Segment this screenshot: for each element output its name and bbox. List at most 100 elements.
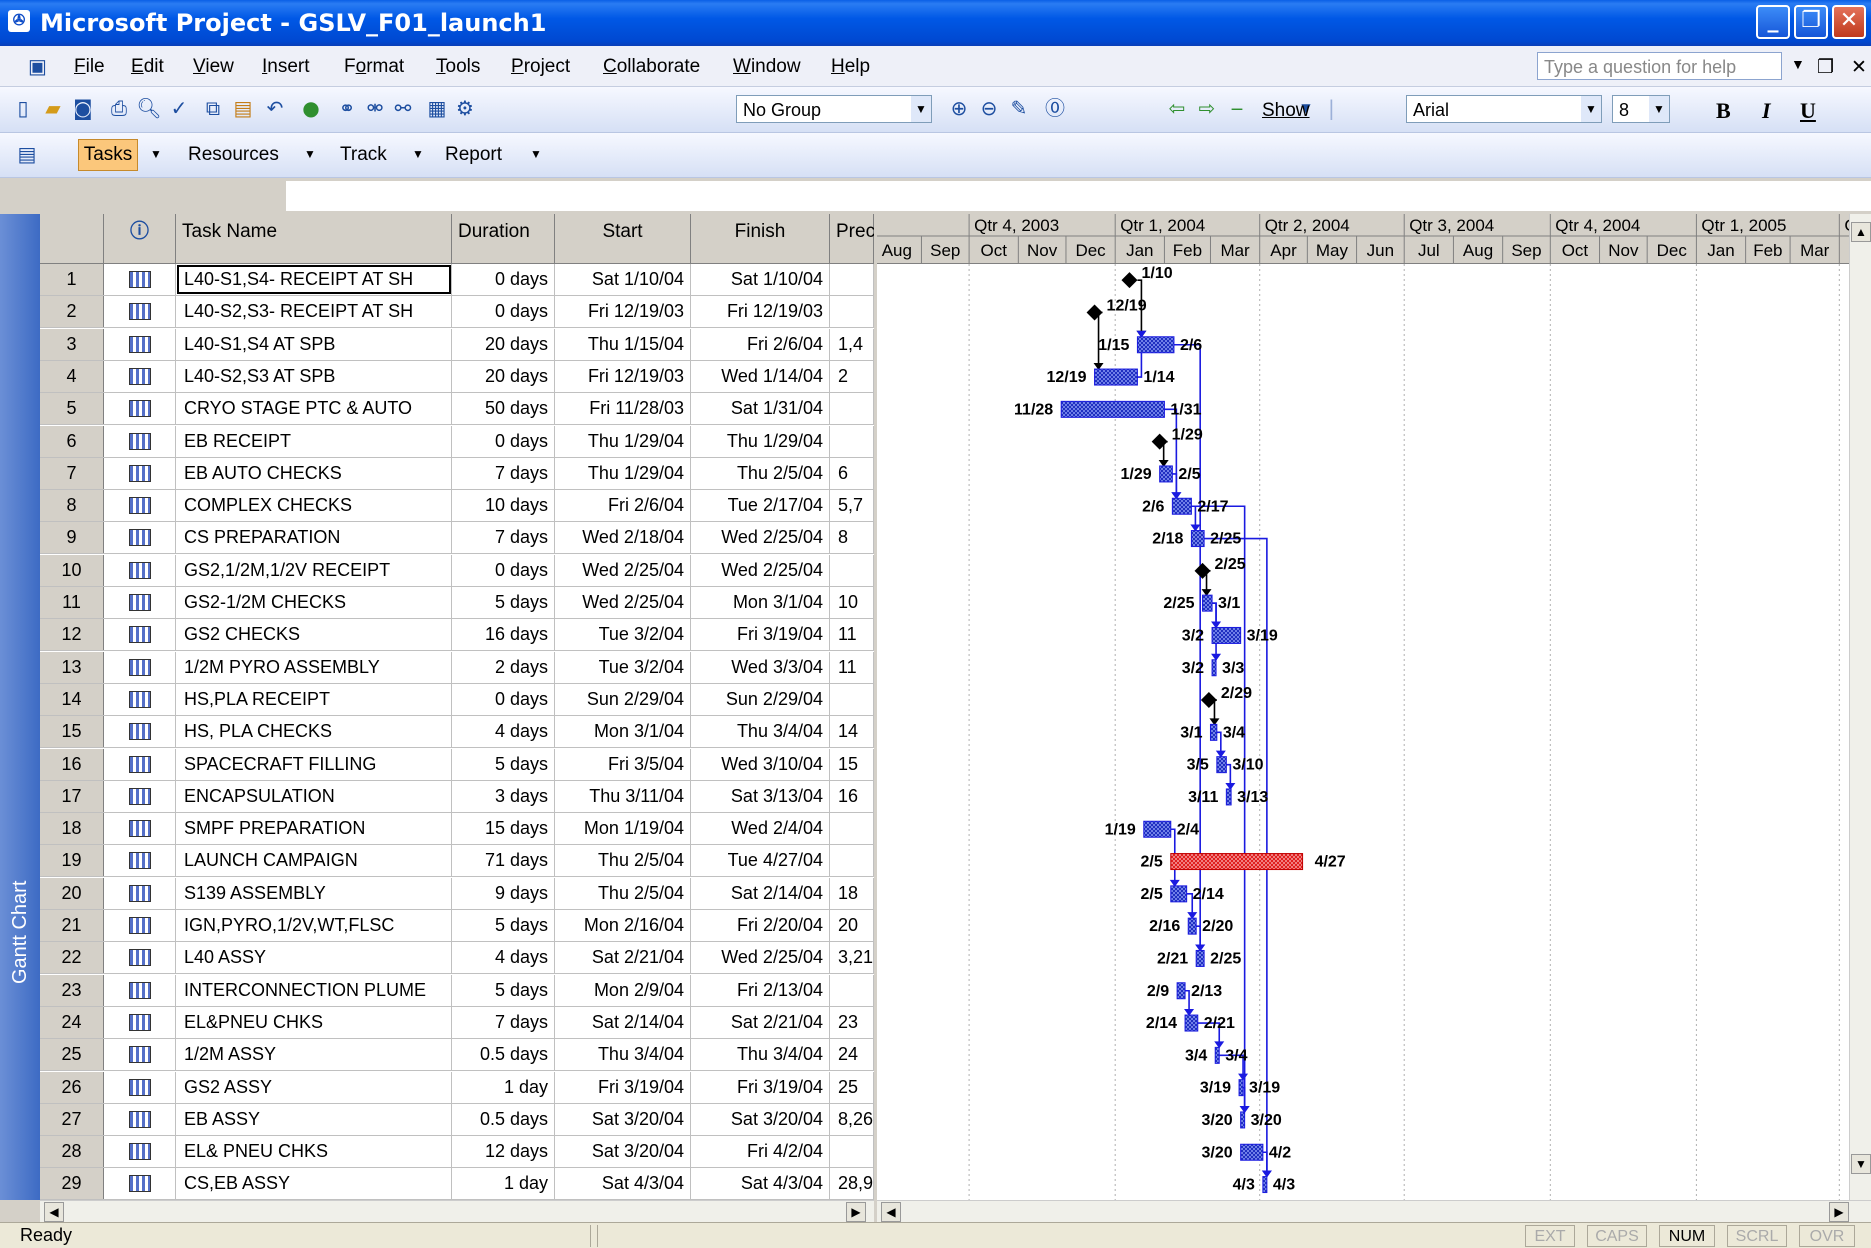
finish-cell[interactable]: Thu 3/4/04 bbox=[691, 716, 830, 748]
finish-cell[interactable]: Thu 3/4/04 bbox=[691, 1039, 830, 1071]
task-id-cell[interactable]: 21 bbox=[40, 910, 104, 941]
task-row[interactable]: 26 GS2 ASSY 1 day Fri 3/19/04 Fri 3/19/04 25 bbox=[40, 1071, 874, 1104]
gantt-chart[interactable]: , 2003Qtr 4, 2003Qtr 1, 2004Qtr 2, 2004Q… bbox=[877, 214, 1849, 1200]
track-chevron-icon[interactable]: ▼ bbox=[412, 147, 424, 161]
predecessors-cell[interactable] bbox=[830, 683, 874, 715]
menu-window[interactable]: Window bbox=[733, 56, 801, 78]
start-cell[interactable]: Thu 1/15/04 bbox=[555, 328, 691, 360]
duration-cell[interactable]: 7 days bbox=[452, 522, 555, 554]
indicators-cell[interactable] bbox=[104, 1168, 176, 1200]
indicators-cell[interactable] bbox=[104, 974, 176, 1006]
indicators-cell[interactable] bbox=[104, 490, 176, 522]
task-name-cell[interactable]: L40 ASSY bbox=[176, 942, 452, 974]
duration-cell[interactable]: 5 days bbox=[452, 910, 555, 941]
start-cell[interactable]: Thu 1/29/04 bbox=[555, 457, 691, 489]
indicators-cell[interactable] bbox=[104, 683, 176, 715]
duration-cell[interactable]: 7 days bbox=[452, 1006, 555, 1038]
finish-header[interactable]: Finish bbox=[691, 214, 830, 264]
finish-cell[interactable]: Fri 2/13/04 bbox=[691, 974, 830, 1006]
finish-cell[interactable]: Wed 3/10/04 bbox=[691, 748, 830, 780]
finish-cell[interactable]: Wed 2/4/04 bbox=[691, 813, 830, 845]
duration-cell[interactable]: 2 days bbox=[452, 651, 555, 683]
entry-field[interactable] bbox=[286, 181, 1871, 211]
font-chevron-icon[interactable]: ▼ bbox=[1581, 96, 1601, 122]
spelling-icon[interactable]: ✓ bbox=[166, 95, 192, 121]
chart-scroll-left-icon[interactable]: ◀ bbox=[881, 1202, 901, 1222]
finish-cell[interactable]: Sat 3/20/04 bbox=[691, 1103, 830, 1135]
menu-file[interactable]: File bbox=[74, 56, 105, 78]
duration-cell[interactable]: 0.5 days bbox=[452, 1103, 555, 1135]
report-chevron-icon[interactable]: ▼ bbox=[530, 147, 542, 161]
predecessors-cell[interactable]: 14 bbox=[830, 716, 874, 748]
task-id-cell[interactable]: 22 bbox=[40, 942, 104, 974]
menu-tools[interactable]: Tools bbox=[436, 56, 480, 78]
predecessors-cell[interactable]: 16 bbox=[830, 780, 874, 812]
copy-icon[interactable]: ⧉ bbox=[200, 95, 226, 121]
menu-view[interactable]: View bbox=[193, 56, 234, 78]
predecessors-cell[interactable]: 11 bbox=[830, 651, 874, 683]
menu-edit[interactable]: Edit bbox=[131, 56, 164, 78]
task-row[interactable]: 5 CRYO STAGE PTC & AUTO 50 days Fri 11/28/0… bbox=[40, 393, 874, 426]
start-cell[interactable]: Sat 1/10/04 bbox=[555, 264, 691, 295]
duration-cell[interactable]: 0 days bbox=[452, 683, 555, 715]
start-cell[interactable]: Fri 2/6/04 bbox=[555, 490, 691, 522]
menu-collaborate[interactable]: Collaborate bbox=[603, 56, 700, 78]
finish-cell[interactable]: Wed 1/14/04 bbox=[691, 360, 830, 392]
task-name-cell[interactable]: L40-S1,S4 AT SPB bbox=[176, 328, 452, 360]
task-name-cell[interactable]: SPACECRAFT FILLING bbox=[176, 748, 452, 780]
duration-cell[interactable]: 0 days bbox=[452, 425, 555, 457]
duration-cell[interactable]: 4 days bbox=[452, 942, 555, 974]
start-header[interactable]: Start bbox=[555, 214, 691, 264]
predecessors-cell[interactable]: 8 bbox=[830, 522, 874, 554]
help-icon[interactable]: ⓪ bbox=[1042, 95, 1068, 121]
duration-cell[interactable]: 10 days bbox=[452, 490, 555, 522]
task-name-cell[interactable]: EB RECEIPT bbox=[176, 425, 452, 457]
guide-toggle-icon[interactable]: ▤ bbox=[14, 141, 40, 167]
task-name-cell[interactable]: GS2,1/2M,1/2V RECEIPT bbox=[176, 554, 452, 586]
start-cell[interactable]: Tue 3/2/04 bbox=[555, 651, 691, 683]
group-by-select[interactable]: No Group ▼ bbox=[736, 95, 932, 123]
predecessors-cell[interactable]: 11 bbox=[830, 619, 874, 651]
predecessors-cell[interactable]: 24 bbox=[830, 1039, 874, 1071]
start-cell[interactable]: Thu 2/5/04 bbox=[555, 877, 691, 909]
duration-cell[interactable]: 0 days bbox=[452, 264, 555, 295]
finish-cell[interactable]: Fri 12/19/03 bbox=[691, 296, 830, 328]
predecessors-cell[interactable] bbox=[830, 296, 874, 328]
task-name-cell[interactable]: HS,PLA RECEIPT bbox=[176, 683, 452, 715]
finish-cell[interactable]: Wed 2/25/04 bbox=[691, 522, 830, 554]
task-id-cell[interactable]: 6 bbox=[40, 425, 104, 457]
menu-help[interactable]: Help bbox=[831, 56, 870, 78]
tasks-chevron-icon[interactable]: ▼ bbox=[150, 147, 162, 161]
task-id-cell[interactable]: 1 bbox=[40, 264, 104, 295]
finish-cell[interactable]: Sat 1/31/04 bbox=[691, 393, 830, 425]
indicators-cell[interactable] bbox=[104, 716, 176, 748]
start-cell[interactable]: Fri 11/28/03 bbox=[555, 393, 691, 425]
task-name-cell[interactable]: CS,EB ASSY bbox=[176, 1168, 452, 1200]
indicators-cell[interactable] bbox=[104, 425, 176, 457]
font-select[interactable]: Arial ▼ bbox=[1406, 95, 1602, 123]
duration-cell[interactable]: 5 days bbox=[452, 587, 555, 618]
task-name-cell[interactable]: L40-S2,S3 AT SPB bbox=[176, 360, 452, 392]
task-row[interactable]: 8 COMPLEX CHECKS 10 days Fri 2/6/04 Tue 2/17… bbox=[40, 490, 874, 523]
task-row[interactable]: 27 EB ASSY 0.5 days Sat 3/20/04 Sat 3/20/04 8… bbox=[40, 1103, 874, 1136]
predecessors-cell[interactable]: 5,7 bbox=[830, 490, 874, 522]
finish-cell[interactable]: Thu 1/29/04 bbox=[691, 425, 830, 457]
predecessors-cell[interactable] bbox=[830, 393, 874, 425]
task-name-cell[interactable]: L40-S2,S3- RECEIPT AT SH bbox=[176, 296, 452, 328]
start-cell[interactable]: Mon 1/19/04 bbox=[555, 813, 691, 845]
chart-horizontal-scrollbar[interactable]: ◀ ▶ bbox=[877, 1200, 1871, 1223]
task-row[interactable]: 28 EL& PNEU CHKS 12 days Sat 3/20/04 Fri 4/2… bbox=[40, 1136, 874, 1169]
help-dropdown-icon[interactable]: ▼ bbox=[1791, 56, 1805, 72]
finish-cell[interactable]: Tue 2/17/04 bbox=[691, 490, 830, 522]
start-cell[interactable]: Sat 2/14/04 bbox=[555, 1006, 691, 1038]
doc-close-icon[interactable]: ✕ bbox=[1851, 56, 1867, 79]
task-id-cell[interactable]: 11 bbox=[40, 587, 104, 618]
task-name-cell[interactable]: HS, PLA CHECKS bbox=[176, 716, 452, 748]
open-icon[interactable]: ▰ bbox=[40, 95, 66, 121]
start-cell[interactable]: Thu 3/4/04 bbox=[555, 1039, 691, 1071]
task-row[interactable]: 9 CS PREPARATION 7 days Wed 2/18/04 Wed 2/25… bbox=[40, 522, 874, 555]
print-icon[interactable]: ⎙ bbox=[106, 95, 132, 121]
start-cell[interactable]: Thu 1/29/04 bbox=[555, 425, 691, 457]
task-name-cell[interactable]: GS2-1/2M CHECKS bbox=[176, 587, 452, 618]
predecessors-cell[interactable] bbox=[830, 974, 874, 1006]
